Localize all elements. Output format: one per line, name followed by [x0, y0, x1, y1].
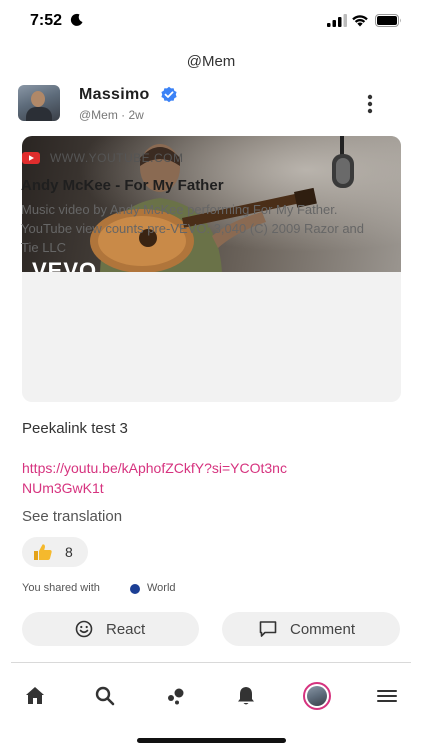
search-icon[interactable] [93, 684, 117, 708]
comment-button-label: Comment [290, 621, 356, 638]
divider [11, 662, 411, 663]
profile-avatar-image [307, 686, 327, 706]
author-handle-time: @Mem · 2w [79, 108, 144, 122]
menu-icon[interactable] [375, 684, 399, 708]
link-title[interactable]: Andy McKee - For My Father [21, 177, 224, 194]
reaction-summary[interactable]: 8 [22, 537, 88, 567]
reaction-count: 8 [65, 544, 73, 560]
world-icon [130, 584, 140, 594]
audience-label: World [147, 582, 176, 594]
link-description: Music video by Andy McKee performing For… [21, 202, 365, 255]
see-translation-link[interactable]: See translation [22, 508, 122, 525]
react-button-label: React [106, 621, 146, 638]
wifi-icon [352, 15, 368, 27]
author-name[interactable]: Massimo [79, 86, 150, 104]
status-time: 7:52 [30, 12, 63, 29]
thumbnail-watermark: VEVO [32, 258, 98, 272]
comment-icon [259, 621, 277, 637]
link-preview-card[interactable]: VEVO [22, 136, 401, 402]
shared-with-label: You shared with [22, 582, 100, 594]
author-avatar[interactable] [18, 85, 60, 121]
home-icon[interactable] [23, 684, 47, 708]
bottom-nav [0, 676, 422, 716]
post-link[interactable]: https://youtu.be/kAphofZCkfY?si=YCOt3ncN… [22, 458, 292, 498]
smiley-icon [75, 620, 93, 638]
battery-icon [375, 14, 401, 27]
moon-icon [70, 13, 83, 26]
thumbs-up-icon [34, 544, 52, 560]
home-indicator[interactable] [137, 738, 286, 743]
youtube-icon [22, 152, 40, 164]
avatar-body [26, 107, 52, 121]
explore-icon[interactable] [164, 684, 188, 708]
page-title: @Mem [186, 53, 236, 70]
avatar-face [31, 91, 45, 107]
status-bar: 7:52 [0, 0, 422, 44]
link-domain: WWW.YOUTUBE.COM [50, 151, 184, 165]
vertical-dots-icon[interactable] [360, 92, 380, 116]
verified-badge-icon [161, 86, 177, 103]
profile-avatar[interactable] [303, 682, 331, 710]
comment-button[interactable]: Comment [222, 612, 400, 646]
cellular-signal-icon [327, 14, 347, 27]
react-button[interactable]: React [22, 612, 199, 646]
bell-icon[interactable] [234, 684, 258, 708]
post-text: Peekalink test 3 [22, 420, 128, 437]
